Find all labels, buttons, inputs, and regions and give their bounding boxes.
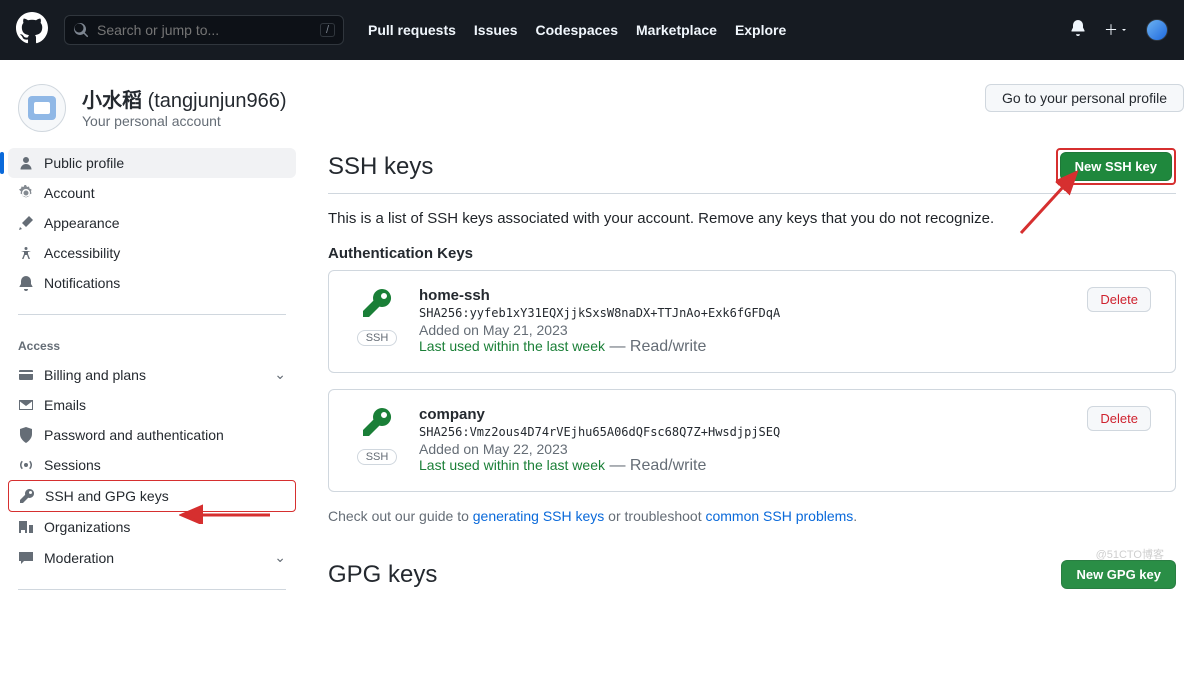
- user-handle: (tangjunjun966): [148, 90, 287, 112]
- credit-card-icon: [18, 367, 34, 383]
- key-added-date: Added on May 21, 2023: [419, 322, 1069, 338]
- delete-key-button[interactable]: Delete: [1087, 287, 1151, 312]
- search-icon: [73, 22, 89, 38]
- generating-ssh-keys-link[interactable]: generating SSH keys: [473, 508, 605, 524]
- sidebar-item-ssh-gpg-keys[interactable]: SSH and GPG keys: [8, 480, 296, 512]
- sidebar-item-accessibility[interactable]: Accessibility: [8, 238, 296, 268]
- goto-profile-button[interactable]: Go to your personal profile: [985, 84, 1184, 112]
- chevron-down-icon: ⌄: [274, 366, 286, 383]
- key-icon: [361, 287, 393, 324]
- ssh-description: This is a list of SSH keys associated wi…: [328, 210, 1176, 227]
- key-last-used: Last used within the last week: [419, 457, 605, 473]
- sidebar-label: Public profile: [44, 155, 124, 171]
- gear-icon: [18, 185, 34, 201]
- bell-icon: [18, 275, 34, 291]
- display-name: 小水稻: [82, 90, 142, 112]
- broadcast-icon: [18, 457, 34, 473]
- auth-keys-heading: Authentication Keys: [328, 245, 1176, 262]
- gpg-title: GPG keys: [328, 561, 437, 589]
- user-avatar-small[interactable]: [1146, 19, 1168, 41]
- nav-explore[interactable]: Explore: [735, 22, 786, 38]
- watermark: @51CTO博客: [1096, 546, 1164, 562]
- key-icon: [19, 488, 35, 504]
- accessibility-icon: [18, 245, 34, 261]
- key-fingerprint: SHA256:yyfeb1xY31EQXjjkSxsW8naDX+TTJnAo+…: [419, 306, 1069, 320]
- sidebar-item-organizations[interactable]: Organizations: [8, 512, 296, 542]
- new-gpg-key-button[interactable]: New GPG key: [1061, 560, 1176, 589]
- key-name: company: [419, 406, 1069, 423]
- sidebar-label: Moderation: [44, 550, 114, 566]
- sidebar-item-appearance[interactable]: Appearance: [8, 208, 296, 238]
- user-name: 小水稻 (tangjunjun966): [82, 84, 287, 113]
- organization-icon: [18, 519, 34, 535]
- sidebar-label: Account: [44, 185, 95, 201]
- person-icon: [18, 155, 34, 171]
- sidebar-label: Appearance: [44, 215, 120, 231]
- ssh-key-card: SSH company SHA256:Vmz2ous4D74rVEjhu65A0…: [328, 389, 1176, 492]
- sidebar-label: Organizations: [44, 519, 130, 535]
- key-name: home-ssh: [419, 287, 1069, 304]
- ssh-badge: SSH: [357, 330, 398, 346]
- sidebar-item-password[interactable]: Password and authentication: [8, 420, 296, 450]
- sidebar-item-notifications[interactable]: Notifications: [8, 268, 296, 298]
- user-subtitle: Your personal account: [82, 113, 287, 129]
- sidebar-item-moderation[interactable]: Moderation ⌄: [8, 542, 296, 573]
- main-content: SSH keys New SSH key This is a list of S…: [328, 148, 1184, 598]
- ssh-badge: SSH: [357, 449, 398, 465]
- key-last-used: Last used within the last week: [419, 338, 605, 354]
- key-fingerprint: SHA256:Vmz2ous4D74rVEjhu65A06dQFsc68Q7Z+…: [419, 425, 1069, 439]
- comment-icon: [18, 550, 34, 566]
- nav-codespaces[interactable]: Codespaces: [536, 22, 618, 38]
- sidebar-label: Accessibility: [44, 245, 120, 261]
- nav-marketplace[interactable]: Marketplace: [636, 22, 717, 38]
- key-icon: [361, 406, 393, 443]
- sidebar-label: Emails: [44, 397, 86, 413]
- sidebar-section-access: Access: [8, 323, 296, 359]
- search-input-wrap[interactable]: /: [64, 15, 344, 45]
- sidebar-item-public-profile[interactable]: Public profile: [8, 148, 296, 178]
- gpg-keys-heading-row: GPG keys New GPG key @51CTO博客: [328, 560, 1176, 589]
- key-readwrite: — Read/write: [605, 457, 706, 474]
- slash-hint: /: [320, 23, 335, 37]
- settings-sidebar: Public profile Account Appearance Access…: [8, 148, 304, 598]
- key-readwrite: — Read/write: [605, 338, 706, 355]
- sidebar-label: Sessions: [44, 457, 101, 473]
- user-avatar-large: [18, 84, 66, 132]
- sidebar-label: Password and authentication: [44, 427, 224, 443]
- ssh-guide-text: Check out our guide to generating SSH ke…: [328, 508, 1176, 524]
- chevron-down-icon: ⌄: [274, 549, 286, 566]
- ssh-keys-heading-row: SSH keys New SSH key: [328, 148, 1176, 194]
- new-ssh-key-button[interactable]: New SSH key: [1060, 152, 1172, 181]
- settings-header: 小水稻 (tangjunjun966) Your personal accoun…: [0, 60, 1184, 148]
- common-ssh-problems-link[interactable]: common SSH problems: [705, 508, 853, 524]
- brush-icon: [18, 215, 34, 231]
- key-added-date: Added on May 22, 2023: [419, 441, 1069, 457]
- sidebar-label: Notifications: [44, 275, 120, 291]
- search-input[interactable]: [97, 22, 312, 38]
- sidebar-item-account[interactable]: Account: [8, 178, 296, 208]
- sidebar-item-sessions[interactable]: Sessions: [8, 450, 296, 480]
- shield-icon: [18, 427, 34, 443]
- nav-pull-requests[interactable]: Pull requests: [368, 22, 456, 38]
- mail-icon: [18, 397, 34, 413]
- sidebar-label: SSH and GPG keys: [45, 488, 169, 504]
- delete-key-button[interactable]: Delete: [1087, 406, 1151, 431]
- notifications-icon[interactable]: [1070, 20, 1086, 41]
- ssh-key-card: SSH home-ssh SHA256:yyfeb1xY31EQXjjkSxsW…: [328, 270, 1176, 373]
- sidebar-item-emails[interactable]: Emails: [8, 390, 296, 420]
- top-nav: Pull requests Issues Codespaces Marketpl…: [368, 22, 786, 38]
- add-dropdown[interactable]: ＋: [1104, 20, 1128, 40]
- github-logo-icon[interactable]: [16, 12, 48, 49]
- nav-issues[interactable]: Issues: [474, 22, 518, 38]
- page-title: SSH keys: [328, 153, 433, 181]
- top-bar: / Pull requests Issues Codespaces Market…: [0, 0, 1184, 60]
- sidebar-item-billing[interactable]: Billing and plans ⌄: [8, 359, 296, 390]
- topbar-right: ＋: [1070, 19, 1168, 41]
- sidebar-label: Billing and plans: [44, 367, 146, 383]
